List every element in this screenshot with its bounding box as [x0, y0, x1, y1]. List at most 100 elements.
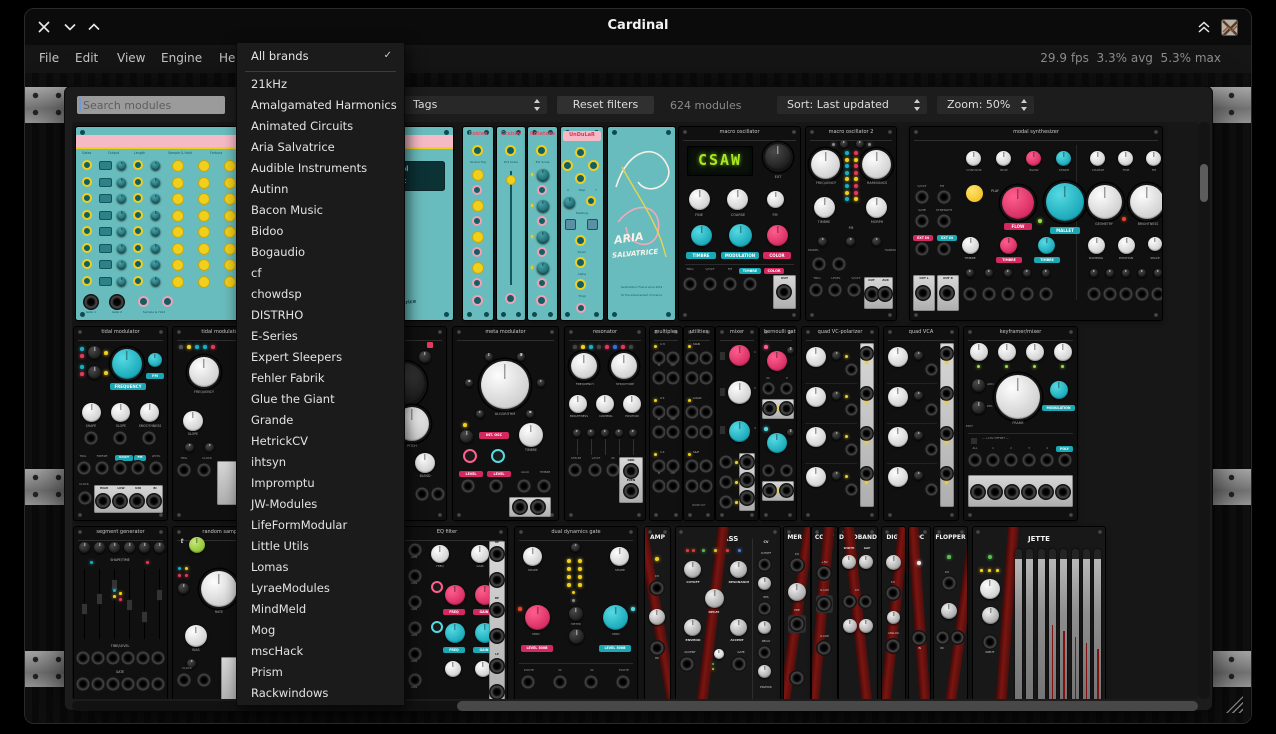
- brand-menu-item[interactable]: ihtsyn: [237, 452, 404, 473]
- label: Global Trig: [463, 161, 493, 164]
- brand-menu-item[interactable]: Grande: [237, 410, 404, 431]
- label: CONTOUR: [958, 169, 990, 172]
- menu-edit[interactable]: Edit: [75, 51, 98, 65]
- brand-menu-item[interactable]: Animated Circuits: [237, 116, 404, 137]
- port: [410, 571, 420, 581]
- port: [138, 679, 148, 689]
- module-keyframer-mixer[interactable]: keyframer/mixerADDDELFRAMEMODULATIONEDIT…: [964, 327, 1077, 520]
- brand-menu-item[interactable]: cf: [237, 263, 404, 284]
- module-rotatoes[interactable]: RotatoesExt Scale: [528, 127, 557, 320]
- menu-file[interactable]: File: [39, 51, 59, 65]
- vertical-scrollbar[interactable]: [1198, 122, 1210, 699]
- brand-menu-item[interactable]: Bidoo: [237, 221, 404, 242]
- module-macro-oscillator-2[interactable]: macro oscillator 2FREQUENCYHARMONICSTIMB…: [806, 127, 896, 320]
- module-macro-oscillator[interactable]: macro oscillatorCSAWEXTFINECOARSEFMTIMBR…: [679, 127, 800, 320]
- module-quad-vc-polarizer[interactable]: quad VC-polarizer: [802, 327, 878, 520]
- knob: [1122, 269, 1130, 277]
- knob: [575, 147, 586, 158]
- zoom-select[interactable]: Zoom: 50%: [937, 96, 1034, 114]
- vertical-scrollbar-thumb[interactable]: [1200, 164, 1208, 202]
- module-amp[interactable]: AMPCVIN: [645, 527, 670, 699]
- brand-menu-item[interactable]: Fehler Fabrik: [237, 368, 404, 389]
- module-digi[interactable]: DIGICVANALOG: [882, 527, 905, 699]
- module-jette[interactable]: JETTEINPUT: [973, 527, 1105, 699]
- module-undular[interactable]: UnDuLaRXStepYPaddingZoomAlphaTrngl: [561, 127, 603, 320]
- module-dual-dynamics-gate[interactable]: dual dynamics gateSHAPESHAPEMETERMODMODL…: [515, 527, 637, 699]
- close-icon[interactable]: [37, 20, 51, 34]
- brand-menu-item[interactable]: Mog: [237, 620, 404, 641]
- module-quad-vca[interactable]: quad VCA: [884, 327, 958, 520]
- module-utilities[interactable]: utilitiesSIGNLOGICS&HNOISE OUT: [684, 327, 714, 520]
- brand-menu-item[interactable]: Prism: [237, 662, 404, 683]
- maximize-icon[interactable]: [87, 20, 101, 34]
- module-modal-synthesizer[interactable]: modal synthesizerV/OCTFMGATESTRENGTHEXT …: [910, 127, 1162, 320]
- port: [1121, 289, 1131, 299]
- brand-menu-item[interactable]: Lomas: [237, 557, 404, 578]
- knob: [525, 605, 550, 630]
- module-mera[interactable]: MERACVPRE: [784, 527, 810, 699]
- brand-menu-item[interactable]: DISTRHO: [237, 305, 404, 326]
- brand-menu-item[interactable]: LyraeModules: [237, 578, 404, 599]
- label: FM: [934, 185, 950, 188]
- led: [764, 427, 768, 431]
- brand-menu-item[interactable]: chowdsp: [237, 284, 404, 305]
- module-deadband[interactable]: DEADBANDWIDTHGAPCV: [839, 527, 877, 699]
- minimize-icon[interactable]: [63, 20, 77, 34]
- module-mixer[interactable]: mixer123: [716, 327, 758, 520]
- brand-menu-item[interactable]: Expert Sleepers: [237, 347, 404, 368]
- search-input[interactable]: [77, 96, 225, 114]
- port: [927, 445, 936, 454]
- horizontal-scrollbar-thumb[interactable]: [457, 701, 1198, 711]
- module-tidal-modulator[interactable]: tidal modulatorFREQUENCYFMSHAPESLOPESMOO…: [74, 327, 167, 520]
- brand-menu-item[interactable]: Impromptu: [237, 473, 404, 494]
- module-grabby[interactable]: GrabbyExt Scale: [497, 127, 525, 320]
- brand-menu-item[interactable]: Glue the Giant: [237, 389, 404, 410]
- brand-menu-item[interactable]: Little Utils: [237, 536, 404, 557]
- module-meta-modulator[interactable]: meta modulatorALGORITHMINT. OSCTIMBRELEV…: [453, 327, 558, 520]
- label: t: [178, 539, 186, 546]
- brand-menu-item[interactable]: Aria Salvatrice: [237, 137, 404, 158]
- brand-menu-item[interactable]: HetrickCV: [237, 431, 404, 452]
- port: [988, 455, 998, 465]
- app-window: Cardinal 29.9 fps 3.3% avg 5.3% max File…: [24, 8, 1252, 724]
- module-ariaart[interactable]: ARIASALVATRICEhandmade in France since 2…: [608, 127, 675, 320]
- module-resonator[interactable]: resonatorFREQUENCYSTRUCTUREBRIGHTNESSDAM…: [565, 327, 645, 520]
- module-multiples[interactable]: multiples1:3INOUT2:1INOUT1:1INOUT: [650, 327, 682, 520]
- menu-engine[interactable]: Engine: [161, 51, 202, 65]
- menu-view[interactable]: View: [117, 51, 145, 65]
- brand-menu-item[interactable]: Bacon Music: [237, 200, 404, 221]
- module-eq-filter[interactable]: EQ filterFREQGAINFREQGAINFREQGAINFREQGAI…: [387, 527, 507, 699]
- port: [701, 407, 711, 417]
- led: [854, 184, 858, 188]
- brand-menu-item[interactable]: Bogaudio: [237, 242, 404, 263]
- brand-menu-item[interactable]: Autinn: [237, 179, 404, 200]
- sort-select[interactable]: Sort: Last updated: [777, 96, 927, 114]
- brand-menu-item[interactable]: Rackwindows: [237, 683, 404, 704]
- shade-icon[interactable]: [1197, 20, 1211, 34]
- module-flopper[interactable]: FLOPPERCVIN: [934, 527, 967, 699]
- module-pokies[interactable]: PokiesGlobal Trig: [463, 127, 493, 320]
- module-conv[interactable]: CONV+5V0-10V0-10V: [812, 527, 837, 699]
- brand-menu-item[interactable]: mscHack: [237, 641, 404, 662]
- brand-menu-item[interactable]: Amalgamated Harmonics: [237, 95, 404, 116]
- brand-menu-item[interactable]: JW-Modules: [237, 494, 404, 515]
- brand-menu-item[interactable]: MindMeld: [237, 599, 404, 620]
- module-bernoulli-gate[interactable]: bernoulli gateINP: [760, 327, 796, 520]
- module-segment-generator[interactable]: segment generatorSHAPE/TIMETIME/LEVELGAT…: [74, 527, 167, 699]
- brand-menu-item[interactable]: Audible Instruments: [237, 158, 404, 179]
- brand-menu-item[interactable]: 21kHz: [237, 74, 404, 95]
- label: CUTOFF: [678, 581, 708, 584]
- red-drip: [1086, 643, 1088, 699]
- brand-menu-item[interactable]: LifeFormModular: [237, 515, 404, 536]
- label: ACCENT: [720, 639, 754, 642]
- knob: [859, 619, 873, 633]
- port: [654, 353, 664, 363]
- knob: [886, 555, 901, 570]
- knob: [151, 178, 160, 187]
- module-bass[interactable]: BASSCUTOFFRESONANCEDECAYENVMODACCENTACCE…: [676, 527, 780, 699]
- label: 1:1: [660, 451, 676, 454]
- brand-menu-item-all[interactable]: All brands ✓: [237, 43, 404, 69]
- module-dc[interactable]: DCIN: [909, 527, 930, 699]
- reset-filters-button[interactable]: Reset filters: [557, 96, 654, 114]
- brand-menu-item[interactable]: E-Series: [237, 326, 404, 347]
